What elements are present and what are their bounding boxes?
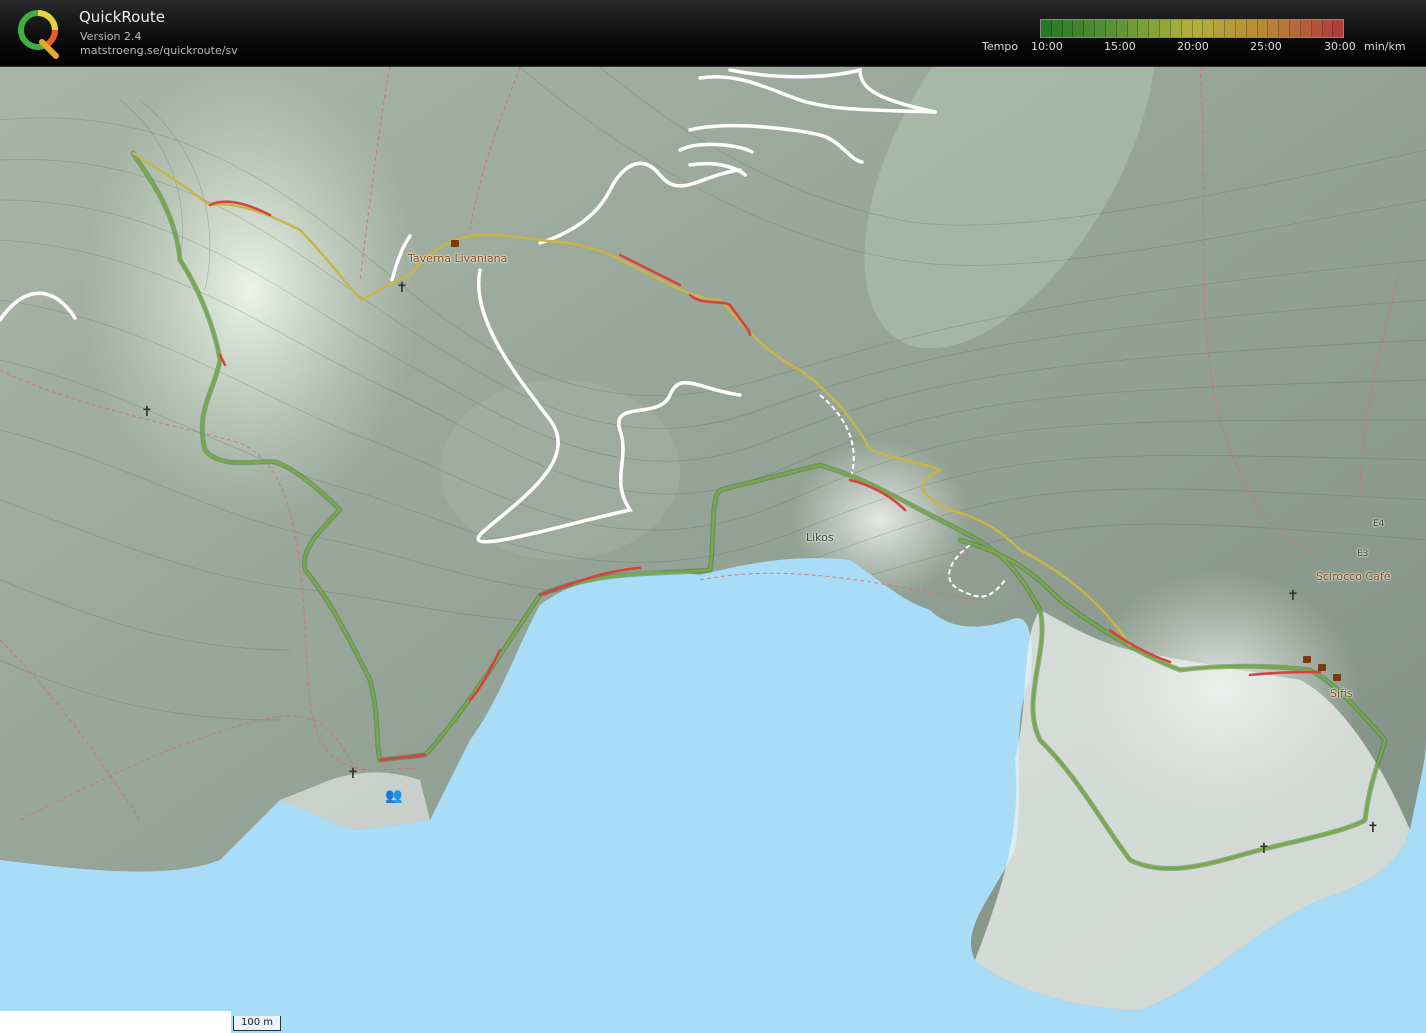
- legend-color-cell: [1333, 20, 1344, 37]
- tempo-color-legend: [1040, 19, 1344, 38]
- legend-tick: 10:00: [1031, 40, 1063, 53]
- legend-color-cell: [1138, 20, 1150, 37]
- legend-unit: min/km: [1364, 40, 1406, 53]
- hill-shade: [80, 67, 420, 520]
- legend-color-cell: [1149, 20, 1161, 37]
- cross-icon: ✝: [396, 280, 408, 296]
- legend-color-cell: [1268, 20, 1280, 37]
- legend-color-cell: [1203, 20, 1215, 37]
- legend-color-cell: [1214, 20, 1226, 37]
- place-label-scirocco: Scirocco Café: [1316, 570, 1391, 583]
- legend-color-cell: [1235, 20, 1247, 37]
- legend-color-cell: [1181, 20, 1193, 37]
- road-label-e4: E4: [1373, 519, 1385, 529]
- legend-color-cell: [1279, 20, 1291, 37]
- legend-color-cell: [1257, 20, 1269, 37]
- cafe-icon: [1303, 656, 1311, 663]
- place-label-sifis: Sifis: [1330, 687, 1353, 700]
- legend-color-cell: [1051, 20, 1063, 37]
- legend-tick: 25:00: [1250, 40, 1282, 53]
- legend-tick: 30:00: [1324, 40, 1356, 53]
- legend-color-cell: [1062, 20, 1074, 37]
- place-label-likos: Likos: [806, 531, 834, 544]
- legend-color-cell: [1084, 20, 1096, 37]
- legend-color-cell: [1246, 20, 1258, 37]
- app-title: QuickRoute: [79, 8, 165, 26]
- legend-color-cell: [1311, 20, 1323, 37]
- legend-color-cell: [1290, 20, 1301, 37]
- legend-color-cell: [1225, 20, 1236, 37]
- legend-title: Tempo: [982, 40, 1019, 53]
- place-label-taverna: Taverna Livaniana: [408, 252, 508, 265]
- legend-color-cell: [1127, 20, 1139, 37]
- cross-icon: ✝: [141, 404, 153, 420]
- legend-tick: 15:00: [1104, 40, 1136, 53]
- legend-color-cell: [1116, 20, 1128, 37]
- cross-icon: ✝: [1258, 841, 1270, 857]
- cross-icon: ✝: [347, 766, 359, 782]
- legend-color-cell: [1041, 20, 1052, 37]
- cafe-icon: [1333, 674, 1341, 681]
- cafe-icon: [451, 240, 459, 247]
- legend-color-cell: [1170, 20, 1182, 37]
- legend-color-cell: [1192, 20, 1204, 37]
- cross-icon: ✝: [1367, 820, 1379, 836]
- app-url[interactable]: matstroeng.se/quickroute/sv: [80, 44, 238, 57]
- cafe-icon: [1318, 664, 1326, 671]
- legend-color-cell: [1095, 20, 1106, 37]
- legend-color-cell: [1160, 20, 1171, 37]
- legend-tick: 20:00: [1177, 40, 1209, 53]
- legend-color-cell: [1300, 20, 1312, 37]
- scale-background: [0, 1011, 231, 1033]
- map-view[interactable]: ✝ ✝ ✝ ✝ ✝ ✝ 👥 Taverna Livaniana Likos Sc…: [0, 67, 1426, 1033]
- toilets-icon: 👥: [385, 788, 402, 804]
- map-canvas: ✝ ✝ ✝ ✝ ✝ ✝ 👥: [0, 67, 1426, 1033]
- legend-color-cell: [1105, 20, 1117, 37]
- road-label-e3: E3: [1357, 549, 1369, 559]
- cross-icon: ✝: [1287, 588, 1299, 604]
- legend-color-cell: [1073, 20, 1085, 37]
- scale-bar: 100 m: [233, 1016, 281, 1031]
- quickroute-logo-icon: [18, 10, 59, 59]
- legend-color-cell: [1322, 20, 1334, 37]
- app-header: QuickRoute Version 2.4 matstroeng.se/qui…: [0, 0, 1426, 67]
- app-version: Version 2.4: [80, 30, 142, 43]
